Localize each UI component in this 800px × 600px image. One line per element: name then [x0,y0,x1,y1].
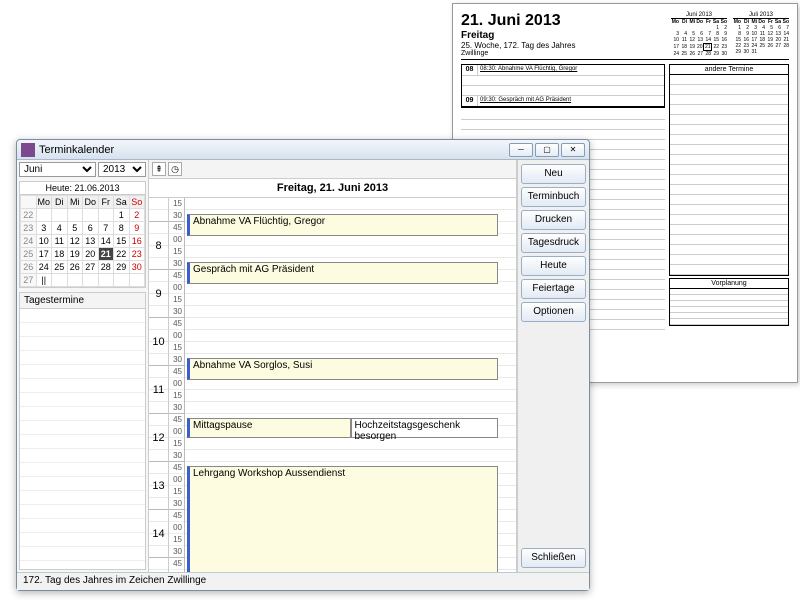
calendar-day[interactable] [83,209,99,222]
month-select[interactable]: Juni [19,162,96,177]
calendar-day[interactable]: 10 [36,235,52,248]
calendar-day[interactable]: 8 [114,222,130,235]
app-icon [21,143,35,157]
calendar-day[interactable]: 21 [98,248,114,261]
action-panel: Neu Terminbuch Drucken Tagesdruck Heute Feier… [517,160,589,572]
drucken-button[interactable]: Drucken [521,210,586,230]
calendar-day[interactable] [36,209,52,222]
year-select[interactable]: 2013 [98,162,146,177]
calendar-day[interactable]: 29 [114,261,130,274]
calendar-day[interactable] [52,209,68,222]
month-calendar[interactable]: Heute: 21.06.2013 MoDiMiDoFrSaSo22122334… [19,181,146,288]
day-appointments-heading: Tagestermine [20,293,145,309]
appointment[interactable]: Hochzeitstagsgeschenk besorgen [351,418,499,438]
print-preplanning: Vorplanung [669,278,789,326]
minimize-button[interactable]: ─ [509,143,533,157]
calendar-day[interactable]: 20 [83,248,99,261]
calendar-day[interactable] [98,209,114,222]
calendar-day[interactable]: 12 [67,235,83,248]
calendar-day[interactable] [83,274,99,287]
close-button[interactable]: Schließen [521,548,586,568]
appointment[interactable]: Gespräch mit AG Präsident [187,262,498,284]
calendar-day[interactable]: 26 [67,261,83,274]
page-up-icon[interactable]: ⇞ [152,162,166,176]
calendar-day[interactable]: 25 [52,261,68,274]
print-minical-next: Juli 2013 MoDiMiDoFrSaSo1234567891011121… [733,12,789,57]
calendar-day[interactable]: 1 [114,209,130,222]
calendar-day[interactable]: 17 [36,248,52,261]
tagesdruck-button[interactable]: Tagesdruck [521,233,586,253]
calendar-day[interactable] [67,209,83,222]
calendar-day[interactable]: 27 [83,261,99,274]
appointment[interactable]: Lehrgang Workshop Aussendienst [187,466,498,572]
optionen-button[interactable]: Optionen [521,302,586,322]
heute-button[interactable]: Heute [521,256,586,276]
calendar-day[interactable]: 4 [52,222,68,235]
calendar-day[interactable] [98,274,114,287]
calendar-day[interactable]: 6 [83,222,99,235]
print-subline: 25. Woche, 172. Tag des Jahres [461,41,671,50]
titlebar[interactable]: Terminkalender ─ ▢ ✕ [17,140,589,160]
appointment[interactable]: Abnahme VA Sorglos, Susi [187,358,498,380]
appointment[interactable]: Abnahme VA Flüchtig, Gregor [187,214,498,236]
calendar-day[interactable]: 5 [67,222,83,235]
terminkalender-window: Terminkalender ─ ▢ ✕ Juni 2013 Heute: 21… [16,139,590,591]
calendar-day[interactable]: 15 [114,235,130,248]
calendar-day[interactable]: 7 [98,222,114,235]
day-appointments-list[interactable] [20,309,145,569]
calendar-day[interactable]: 11 [52,235,68,248]
calendar-day[interactable]: 22 [114,248,130,261]
neu-button[interactable]: Neu [521,164,586,184]
calendar-day[interactable]: 14 [98,235,114,248]
calendar-day[interactable]: 9 [129,222,145,235]
day-appointments-panel: Tagestermine [19,292,146,570]
print-minical-current: Juni 2013 MoDiMiDoFrSaSo1234567891011121… [671,12,727,57]
today-caption: Heute: 21.06.2013 [20,182,145,195]
calendar-day[interactable]: 16 [129,235,145,248]
calendar-day[interactable] [129,274,145,287]
terminbuch-button[interactable]: Terminbuch [521,187,586,207]
print-zodiac: Zwillinge [461,50,671,57]
calendar-day[interactable] [67,274,83,287]
calendar-day[interactable]: 19 [67,248,83,261]
print-weekday: Freitag [461,30,671,41]
calendar-day[interactable]: || [36,274,52,287]
calendar-day[interactable] [52,274,68,287]
print-title: 21. Juni 2013 [461,12,671,30]
calendar-day[interactable]: 30 [129,261,145,274]
calendar-day[interactable]: 3 [36,222,52,235]
window-title: Terminkalender [39,144,509,156]
calendar-day[interactable]: 2 [129,209,145,222]
day-caption: Freitag, 21. Juni 2013 [149,179,516,198]
calendar-day[interactable]: 13 [83,235,99,248]
calendar-day[interactable]: 24 [36,261,52,274]
calendar-day[interactable] [114,274,130,287]
print-other-appointments: andere Termine [669,64,789,276]
calendar-day[interactable]: 18 [52,248,68,261]
calendar-day[interactable]: 23 [129,248,145,261]
feiertage-button[interactable]: Feiertage [521,279,586,299]
maximize-button[interactable]: ▢ [535,143,559,157]
left-panel: Juni 2013 Heute: 21.06.2013 MoDiMiDoFrSa… [17,160,149,572]
close-window-button[interactable]: ✕ [561,143,585,157]
statusbar: 172. Tag des Jahres im Zeichen Zwillinge [17,572,589,590]
appointment[interactable]: Mittagspause [187,418,351,438]
calendar-day[interactable]: 28 [98,261,114,274]
clock-icon[interactable]: ◷ [168,162,182,176]
schedule-grid[interactable]: 89101112131415 1530450015304500153045001… [149,198,516,572]
